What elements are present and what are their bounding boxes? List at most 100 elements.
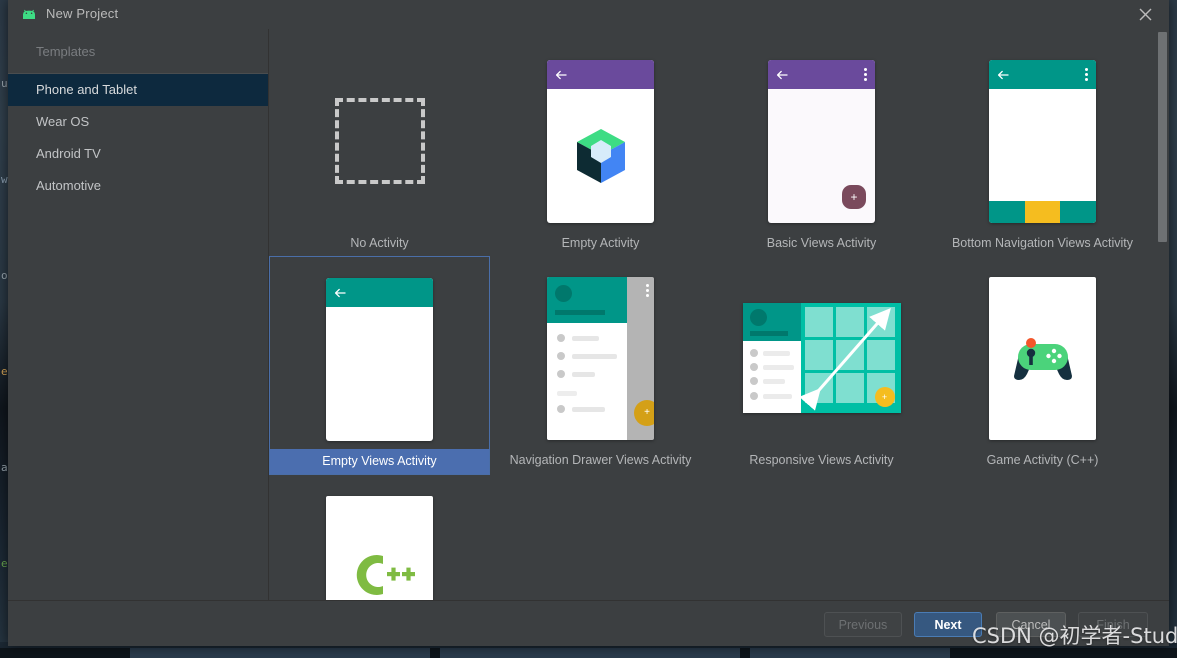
sidebar-item-automotive[interactable]: Automotive — [8, 170, 268, 202]
close-icon[interactable] — [1123, 0, 1169, 28]
template-row: No Activity Empty Activity + Basic Views… — [269, 39, 1153, 256]
cpp-logo-icon — [343, 548, 417, 602]
gallery-scrollbar-thumb[interactable] — [1158, 32, 1167, 242]
bottom-nav-item-active — [1024, 200, 1061, 223]
template-label: Game Activity (C++) — [986, 453, 1099, 467]
app-bar — [326, 277, 433, 307]
list-item-text — [762, 365, 794, 370]
template-card-bottom-navigation-views-activity[interactable]: Bottom Navigation Views Activity — [932, 39, 1153, 256]
floating-action-button-icon: + — [842, 184, 866, 209]
template-card-responsive-views-activity[interactable]: + Responsive Views Activity — [711, 256, 932, 475]
sidebar-item-label: Android TV — [36, 146, 101, 161]
template-label: Empty Views Activity — [270, 449, 489, 474]
overflow-menu-icon — [646, 283, 649, 299]
phone-mock — [547, 59, 654, 223]
sidebar-item-phone-and-tablet[interactable]: Phone and Tablet — [8, 74, 268, 106]
template-card-native-cpp[interactable] — [269, 475, 490, 601]
side-header-line — [749, 331, 788, 336]
template-card-empty-activity[interactable]: Empty Activity — [490, 39, 711, 256]
taskbar-item[interactable] — [750, 648, 950, 658]
phone-mock: + — [768, 59, 875, 223]
template-card-navigation-drawer-views-activity[interactable]: + Navigation Drawer Views Activity — [490, 256, 711, 475]
sidebar-item-wear-os[interactable]: Wear OS — [8, 106, 268, 138]
sidebar-item-label: Automotive — [36, 178, 102, 193]
list-item-text — [572, 335, 599, 341]
list-item-icon — [557, 369, 565, 378]
template-thumbnail — [326, 269, 433, 449]
dialog-title-bar: New Project — [8, 0, 1169, 30]
template-thumbnail — [989, 268, 1096, 448]
list-item-icon — [557, 351, 565, 360]
overflow-menu-icon — [864, 67, 867, 83]
gamepad-icon — [1010, 330, 1076, 387]
templates-sidebar: Templates Phone and Tablet Wear OS Andro… — [8, 29, 269, 601]
template-card-empty-views-activity[interactable]: Empty Views Activity — [269, 256, 490, 475]
template-thumbnail — [326, 487, 433, 601]
previous-button[interactable]: Previous — [824, 612, 902, 637]
template-label: Navigation Drawer Views Activity — [509, 453, 692, 467]
floating-action-button-icon: + — [874, 387, 895, 407]
list-item-icon — [557, 404, 565, 413]
list-item-text — [572, 406, 605, 412]
list-item-text — [762, 379, 785, 384]
white-card-mock — [989, 276, 1096, 440]
template-label: Empty Activity — [561, 236, 640, 250]
template-row: Empty Views Activity + Navigation Drawer… — [269, 256, 1153, 475]
template-thumbnail: + — [742, 268, 901, 448]
list-item-icon — [749, 363, 758, 371]
app-bar — [547, 59, 654, 89]
next-button-label: Next — [934, 617, 962, 632]
list-item-text — [762, 351, 790, 356]
previous-button-label: Previous — [838, 617, 888, 632]
template-thumbnail: + — [547, 268, 654, 448]
template-label: Responsive Views Activity — [749, 453, 894, 467]
template-card-no-activity[interactable]: No Activity — [269, 39, 490, 256]
screen: u w o e a e f m t . . . . . . g . o b — [0, 0, 1177, 658]
back-arrow-icon — [776, 68, 788, 86]
list-item-icon — [749, 392, 758, 400]
dialog-title: New Project — [46, 6, 119, 21]
back-arrow-icon — [334, 286, 346, 304]
sidebar-item-android-tv[interactable]: Android TV — [8, 138, 268, 170]
taskbar-item[interactable] — [440, 648, 740, 658]
template-gallery: No Activity Empty Activity + Basic Views… — [269, 29, 1169, 601]
responsive-layout-mock: + — [742, 303, 901, 413]
sidebar-item-label: Phone and Tablet — [36, 82, 137, 97]
app-bar — [768, 59, 875, 89]
nav-drawer-mock: + — [547, 276, 654, 440]
bottom-nav-item — [989, 200, 1025, 223]
floating-action-button-icon: + — [634, 399, 654, 426]
template-thumbnail — [334, 51, 425, 231]
template-grid: No Activity Empty Activity + Basic Views… — [269, 29, 1153, 601]
list-item-text — [572, 353, 617, 359]
bottom-navigation-bar — [989, 200, 1096, 223]
phone-mock — [989, 59, 1096, 223]
list-item-text — [762, 394, 792, 399]
jetpack-compose-logo-icon — [573, 127, 629, 185]
template-thumbnail — [989, 51, 1096, 231]
back-arrow-icon — [555, 68, 567, 86]
gallery-scrollbar-track[interactable] — [1155, 29, 1169, 601]
sidebar-item-label: Wear OS — [36, 114, 90, 129]
sidebar-header: Templates — [8, 29, 268, 74]
list-item-icon — [557, 333, 565, 342]
new-project-dialog: New Project Templates Phone and Tablet W… — [8, 0, 1169, 646]
template-thumbnail: + — [768, 51, 875, 231]
template-row — [269, 475, 1153, 601]
white-card-mock — [326, 495, 433, 602]
template-card-game-activity-cpp[interactable]: Game Activity (C++) — [932, 256, 1153, 475]
list-item-text — [572, 371, 595, 377]
template-card-basic-views-activity[interactable]: + Basic Views Activity — [711, 39, 932, 256]
android-robot-icon — [21, 8, 37, 20]
template-thumbnail — [547, 51, 654, 231]
dashed-placeholder-icon — [334, 98, 425, 184]
drawer-header-line — [555, 309, 605, 315]
taskbar-item[interactable] — [130, 648, 430, 658]
bottom-nav-item — [1060, 200, 1096, 223]
template-label: No Activity — [350, 236, 409, 250]
avatar — [749, 309, 767, 326]
template-label: Bottom Navigation Views Activity — [951, 236, 1134, 250]
list-item-icon — [749, 377, 758, 385]
back-arrow-icon — [997, 68, 1009, 86]
list-item-icon — [749, 349, 758, 357]
